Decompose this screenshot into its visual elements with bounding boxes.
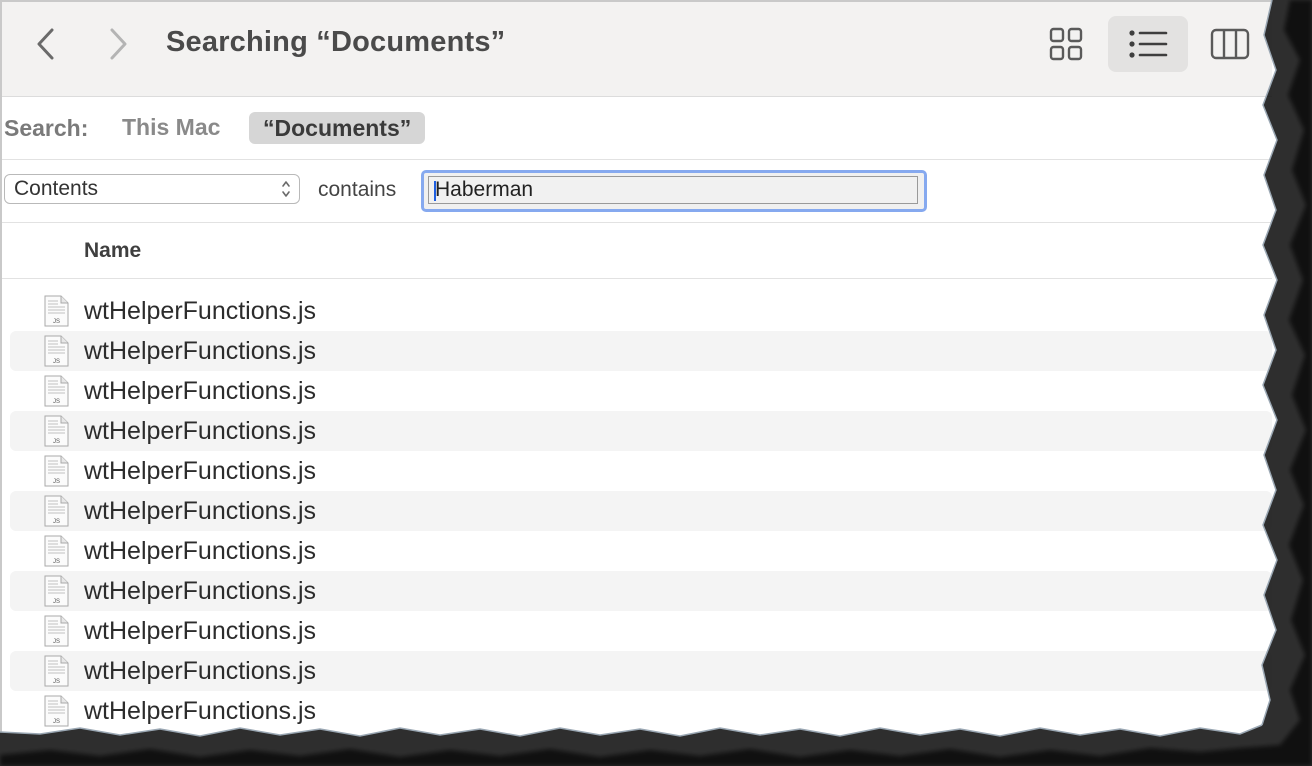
column-header: Name: [2, 223, 1272, 279]
js-file-icon: JS: [44, 375, 69, 407]
file-name: wtHelperFunctions.js: [84, 337, 317, 365]
icon-view-icon: [1049, 27, 1083, 61]
file-row[interactable]: JS wtHelperFunctions.js: [10, 491, 1272, 531]
icon-view-button[interactable]: [1026, 16, 1106, 72]
search-criteria-row: Contents contains: [2, 160, 1272, 223]
column-view-button[interactable]: [1190, 16, 1270, 72]
list-view-button[interactable]: [1108, 16, 1188, 72]
search-scope-bar: Search: This Mac “Documents”: [2, 97, 1272, 160]
svg-text:JS: JS: [53, 719, 60, 725]
file-row[interactable]: JS wtHelperFunctions.js: [10, 571, 1272, 611]
file-row[interactable]: JS wtHelperFunctions.js: [10, 371, 1272, 411]
js-file-icon: JS: [44, 335, 69, 367]
file-name: wtHelperFunctions.js: [84, 457, 317, 485]
js-file-icon: JS: [44, 295, 69, 327]
js-file-icon: JS: [44, 535, 69, 567]
window-title: Searching “Documents”: [166, 26, 506, 58]
attribute-select[interactable]: Contents: [4, 174, 300, 204]
chevron-right-icon: [110, 28, 127, 60]
attribute-select-value: Contents: [14, 177, 99, 200]
scope-documents-button[interactable]: “Documents”: [249, 112, 426, 144]
file-name: wtHelperFunctions.js: [84, 577, 317, 605]
svg-text:JS: JS: [53, 479, 60, 485]
scope-this-mac-button[interactable]: This Mac: [122, 114, 220, 141]
svg-text:JS: JS: [53, 399, 60, 405]
svg-text:JS: JS: [53, 359, 60, 365]
js-file-icon: JS: [44, 495, 69, 527]
svg-text:JS: JS: [53, 599, 60, 605]
js-file-icon: JS: [44, 575, 69, 607]
file-name: wtHelperFunctions.js: [84, 377, 317, 405]
file-row[interactable]: JS wtHelperFunctions.js: [10, 531, 1272, 571]
file-name: wtHelperFunctions.js: [84, 417, 317, 445]
finder-window: Searching “Documents” Search: This Mac “…: [0, 0, 1272, 732]
svg-text:JS: JS: [53, 319, 60, 325]
chevron-left-icon: [37, 28, 54, 60]
column-view-icon: [1210, 28, 1250, 60]
chevron-updown-icon: [282, 181, 290, 197]
file-row[interactable]: JS wtHelperFunctions.js: [10, 691, 1272, 731]
svg-text:JS: JS: [53, 439, 60, 445]
file-list: JS wtHelperFunctions.js JS wtHelperFunction…: [2, 291, 1272, 731]
file-row[interactable]: JS wtHelperFunctions.js: [10, 651, 1272, 691]
file-name: wtHelperFunctions.js: [84, 297, 317, 325]
js-file-icon: JS: [44, 615, 69, 647]
file-name: wtHelperFunctions.js: [84, 697, 317, 725]
svg-text:JS: JS: [53, 519, 60, 525]
js-file-icon: JS: [44, 655, 69, 687]
file-name: wtHelperFunctions.js: [84, 617, 317, 645]
file-row[interactable]: JS wtHelperFunctions.js: [10, 411, 1272, 451]
search-value-field-wrapper: [421, 170, 927, 212]
svg-text:JS: JS: [53, 639, 60, 645]
operator-label: contains: [318, 178, 397, 201]
js-file-icon: JS: [44, 455, 69, 487]
file-row[interactable]: JS wtHelperFunctions.js: [10, 291, 1272, 331]
file-row[interactable]: JS wtHelperFunctions.js: [10, 331, 1272, 371]
toolbar: Searching “Documents”: [2, 2, 1272, 97]
file-name: wtHelperFunctions.js: [84, 497, 317, 525]
text-caret: [434, 181, 436, 201]
list-view-icon: [1129, 30, 1168, 58]
js-file-icon: JS: [44, 695, 69, 727]
file-name: wtHelperFunctions.js: [84, 657, 317, 685]
file-name: wtHelperFunctions.js: [84, 537, 317, 565]
file-row[interactable]: JS wtHelperFunctions.js: [10, 611, 1272, 651]
file-row[interactable]: JS wtHelperFunctions.js: [10, 451, 1272, 491]
column-header-name[interactable]: Name: [84, 239, 141, 263]
search-value-input[interactable]: [428, 176, 918, 204]
svg-text:JS: JS: [53, 559, 60, 565]
forward-button[interactable]: [98, 24, 138, 64]
svg-text:JS: JS: [53, 679, 60, 685]
search-scope-label: Search:: [4, 115, 89, 141]
back-button[interactable]: [26, 24, 66, 64]
js-file-icon: JS: [44, 415, 69, 447]
